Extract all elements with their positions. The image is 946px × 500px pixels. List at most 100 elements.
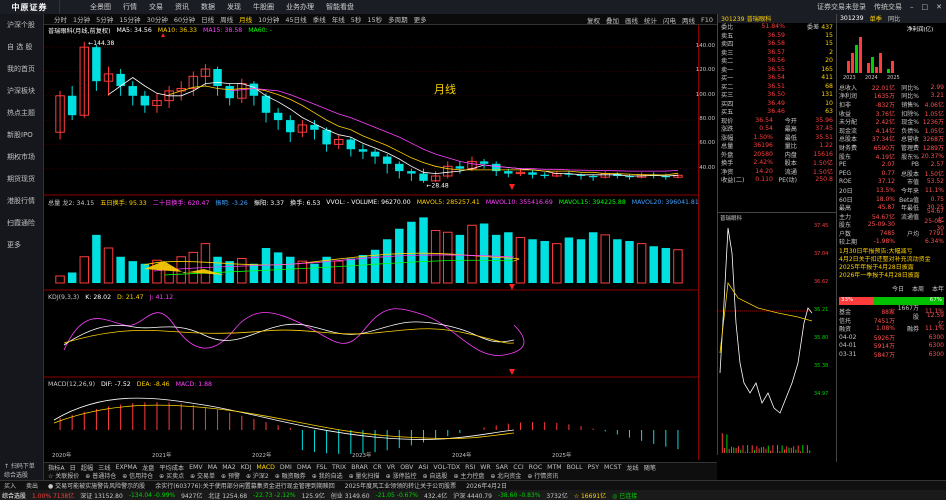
period-tab[interactable]: 周线 bbox=[220, 14, 233, 24]
indicator-tab[interactable]: ROC bbox=[529, 464, 543, 471]
period-tab[interactable]: 30分钟 bbox=[147, 14, 168, 24]
sidebar-item[interactable]: 更多 bbox=[0, 234, 43, 256]
top-menu-item[interactable]: 业务办理 bbox=[286, 2, 314, 12]
bottom-tab[interactable]: ⊕ 普通持仓 bbox=[85, 471, 116, 480]
chart-tool-button[interactable]: F10 bbox=[701, 16, 713, 24]
indicator-tab[interactable]: MA2 bbox=[222, 464, 236, 471]
bottom-tab[interactable]: ☆ 关联报价 bbox=[48, 471, 79, 480]
period-button[interactable]: 今日 bbox=[892, 284, 904, 293]
bottom-tab[interactable]: ⊕ 沪深2 bbox=[246, 471, 269, 480]
indicator-tab[interactable]: MCST bbox=[604, 464, 621, 471]
indicator-tab[interactable]: MA bbox=[208, 464, 218, 471]
period-tab[interactable]: 更多 bbox=[414, 14, 427, 24]
indicator-tab[interactable]: BOLL bbox=[567, 464, 583, 471]
bottom-tab[interactable]: ⊕ 预警 bbox=[221, 471, 240, 480]
sidebar-item[interactable]: 港股行情 bbox=[0, 190, 43, 212]
sidebar-item[interactable]: 期货现货 bbox=[0, 168, 43, 190]
indicator-tab[interactable]: DMA bbox=[297, 464, 311, 471]
top-menu-item[interactable]: 发现 bbox=[227, 2, 241, 12]
sidebar-item[interactable]: 热点主题 bbox=[0, 102, 43, 124]
indicator-tab[interactable]: VOL-TDX bbox=[433, 464, 460, 471]
indicator-tab[interactable]: CR bbox=[373, 464, 382, 471]
period-tab[interactable]: 5分钟 bbox=[96, 14, 113, 24]
period-tab[interactable]: 月线 bbox=[239, 14, 252, 24]
chart-area[interactable]: 普瑞眼科(月线,前复权) MA5: 34.56 MA10: 36.33 MA15: … bbox=[44, 25, 698, 460]
sidebar-item[interactable]: 期权市场 bbox=[0, 146, 43, 168]
minimize-icon[interactable]: – bbox=[910, 3, 914, 11]
sidebar-item[interactable]: 沪深个股 bbox=[0, 14, 43, 36]
top-menu-item[interactable]: 数据 bbox=[201, 2, 215, 12]
intraday-svg[interactable]: 普瑞眼科 37.45 37.04 36.62 36.21 35.80 35.38 34.97 bbox=[718, 213, 837, 456]
period-tab[interactable]: 季线 bbox=[313, 14, 326, 24]
notice-item[interactable]: 余实行(603776):关于使用部分闲置募集资金进行现金管理到期赎回 bbox=[155, 481, 335, 490]
indicator-tab[interactable]: MACD bbox=[256, 464, 275, 471]
bottom-tab[interactable]: ⊕ 自选股 bbox=[423, 471, 448, 480]
indicator-tab[interactable]: OBV bbox=[400, 464, 413, 471]
period-tab[interactable]: 10分钟 bbox=[258, 14, 279, 24]
top-menu-item[interactable]: 牛股圈 bbox=[253, 2, 274, 12]
chart-tool-button[interactable]: 两线 bbox=[682, 15, 695, 25]
sidebar-item[interactable]: 自 选 股 bbox=[0, 36, 43, 58]
notice-item[interactable]: 卖出 bbox=[26, 481, 38, 490]
chart-tool-button[interactable]: 叠加 bbox=[606, 15, 619, 25]
top-menu-item[interactable]: 全景图 bbox=[90, 2, 111, 12]
bottom-tab[interactable]: ⊕ 融资融券 bbox=[275, 471, 306, 480]
period-button[interactable]: 本周 bbox=[912, 284, 924, 293]
bottom-tab[interactable]: ⊕ 信用持仓 bbox=[122, 471, 153, 480]
news-item[interactable]: 2026年一季报于4月28日披露 bbox=[839, 272, 944, 280]
period-button[interactable]: 本年 bbox=[932, 284, 944, 293]
period-tab[interactable]: 年线 bbox=[332, 14, 345, 24]
top-menu-item[interactable]: 资讯 bbox=[175, 2, 189, 12]
chart-tool-button[interactable]: 闪电 bbox=[663, 15, 676, 25]
chart-tool-button[interactable]: 画线 bbox=[625, 15, 638, 25]
sidebar-item[interactable]: 新股IPO bbox=[0, 124, 43, 146]
period-tab[interactable]: 15分钟 bbox=[119, 14, 140, 24]
indicator-tab[interactable]: DMI bbox=[280, 464, 292, 471]
trade-login-link[interactable]: 证券交易未登录 bbox=[817, 2, 866, 12]
indicator-tab[interactable]: KDJ bbox=[241, 464, 252, 471]
sidebar-item[interactable]: 沪深板块 bbox=[0, 80, 43, 102]
indicator-tab[interactable]: PSY bbox=[588, 464, 599, 471]
classic-trade-link[interactable]: 传统交易 bbox=[874, 2, 902, 12]
indicator-tab[interactable]: EXPMA bbox=[116, 464, 137, 471]
indicator-tab[interactable]: ASI bbox=[418, 464, 428, 471]
period-tab[interactable]: 分时 bbox=[54, 14, 67, 24]
bottom-tab[interactable]: ⊕ 买卖点 bbox=[159, 471, 184, 480]
period-tab[interactable]: 60分钟 bbox=[174, 14, 195, 24]
indicator-tab[interactable]: TRIX bbox=[332, 464, 346, 471]
indicator-tab[interactable]: FSL bbox=[316, 464, 327, 471]
notice-item[interactable]: 买入 bbox=[4, 481, 16, 490]
bottom-tab[interactable]: ⊕ 涨停监控 bbox=[386, 471, 417, 480]
indicator-tab[interactable]: CCI bbox=[513, 464, 523, 471]
indicator-tab[interactable]: BRAR bbox=[351, 464, 368, 471]
bottom-tab[interactable]: ⊕ 量化扫描 bbox=[349, 471, 380, 480]
bottom-tab[interactable]: ⊕ 主力控盘 bbox=[453, 471, 484, 480]
indicator-tab[interactable]: WR bbox=[480, 464, 490, 471]
news-item[interactable]: 1月30日年报预告:大幅减亏 bbox=[839, 248, 944, 256]
maximize-icon[interactable]: □ bbox=[922, 3, 929, 11]
bottom-tab[interactable]: ⊕ 北向资金 bbox=[490, 471, 521, 480]
indicator-tab[interactable]: EMV bbox=[189, 464, 202, 471]
period-tab[interactable]: 1分钟 bbox=[73, 14, 90, 24]
notice-item[interactable]: 2025年度风工业领领的转让关于公司股票 bbox=[345, 481, 456, 490]
f10-tab[interactable]: 单季 bbox=[870, 14, 882, 23]
notice-item[interactable]: 2026年4月2日 bbox=[466, 481, 507, 490]
indicator-tab[interactable]: MTM bbox=[547, 464, 561, 471]
bottom-tab[interactable]: ⊕ 行情资讯 bbox=[527, 471, 558, 480]
close-icon[interactable]: ✕ bbox=[936, 3, 942, 11]
bottom-tab[interactable]: ⊕ 交易单 bbox=[190, 471, 215, 480]
top-menu-item[interactable]: 行情 bbox=[123, 2, 137, 12]
sidebar-item-trade[interactable]: 综合选股 bbox=[0, 471, 43, 480]
chart-tool-button[interactable]: 复权 bbox=[587, 15, 600, 25]
f10-tab2[interactable]: 同比 bbox=[888, 14, 900, 23]
chart-tool-button[interactable]: 统计 bbox=[644, 15, 657, 25]
kline-chart[interactable]: ←144.38 ←28.48 月线 2020年 2021年 2022年 2023年 2024年… bbox=[44, 25, 698, 460]
indicator-tab[interactable]: VR bbox=[387, 464, 396, 471]
indicator-tab[interactable]: RSI bbox=[465, 464, 475, 471]
period-tab[interactable]: 日线 bbox=[201, 14, 214, 24]
period-tab[interactable]: 多周期 bbox=[388, 14, 408, 24]
period-tab[interactable]: 5秒 bbox=[351, 14, 362, 24]
news-item[interactable]: 4月2日关于扣还整对补充流动资金 bbox=[839, 256, 944, 264]
news-item[interactable]: 2025年年报于4月28日披露 bbox=[839, 264, 944, 272]
sidebar-item[interactable]: 扫霞通险 bbox=[0, 212, 43, 234]
